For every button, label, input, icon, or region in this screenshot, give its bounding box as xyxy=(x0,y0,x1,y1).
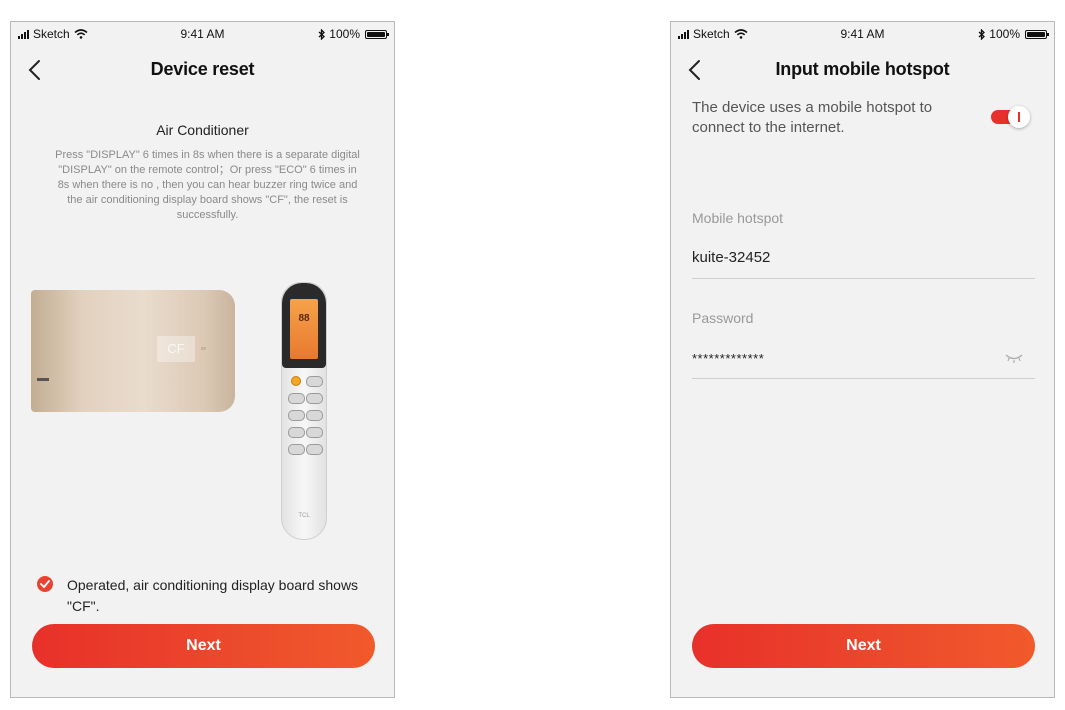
battery-icon xyxy=(1025,29,1049,39)
bluetooth-icon xyxy=(978,28,986,40)
battery-percent: 100% xyxy=(329,27,360,41)
device-reset-screen: Sketch 9:41 AM 100% Device reset Air Con… xyxy=(10,21,395,698)
next-button[interactable]: Next xyxy=(692,624,1035,668)
remote-screen: 88 xyxy=(290,299,318,359)
confirm-label: Operated, air conditioning display board… xyxy=(67,577,359,614)
eye-closed-icon[interactable] xyxy=(1005,353,1023,363)
hotspot-label: Mobile hotspot xyxy=(692,210,784,226)
section-heading: Air Conditioner xyxy=(156,122,249,138)
password-input-underline xyxy=(692,378,1035,379)
hotspot-toggle-switch[interactable] xyxy=(989,106,1031,128)
reset-instructions: Press "DISPLAY" 6 times in 8s when there… xyxy=(55,149,360,221)
hotspot-input-underline xyxy=(692,278,1035,279)
remote-power-icon xyxy=(291,376,301,386)
page-title: Input mobile hotspot xyxy=(775,59,950,79)
hotspot-screen: Sketch 9:41 AM 100% Input mobile hotspot… xyxy=(670,21,1055,698)
hotspot-description: The device uses a mobile hotspot to conn… xyxy=(692,99,933,136)
remote-brand-logo: TCL xyxy=(298,513,310,519)
remote-control-image: 88 TCL xyxy=(281,282,327,540)
check-circle-icon[interactable] xyxy=(37,576,53,592)
bluetooth-icon xyxy=(318,28,326,40)
hotspot-name-input[interactable] xyxy=(692,242,1035,272)
password-label: Password xyxy=(692,310,754,326)
page-title: Device reset xyxy=(150,59,255,79)
air-conditioner-image: CF xyxy=(31,290,235,412)
status-bar: Sketch 9:41 AM 100% xyxy=(671,22,1054,46)
status-bar: Sketch 9:41 AM 100% xyxy=(11,22,394,46)
battery-percent: 100% xyxy=(989,27,1020,41)
battery-icon xyxy=(365,29,389,39)
password-input[interactable] xyxy=(692,343,1035,373)
nav-bar: Input mobile hotspot xyxy=(671,56,1054,84)
ac-display-code: CF xyxy=(157,336,195,362)
next-button[interactable]: Next xyxy=(32,624,375,668)
nav-bar: Device reset xyxy=(11,56,394,84)
